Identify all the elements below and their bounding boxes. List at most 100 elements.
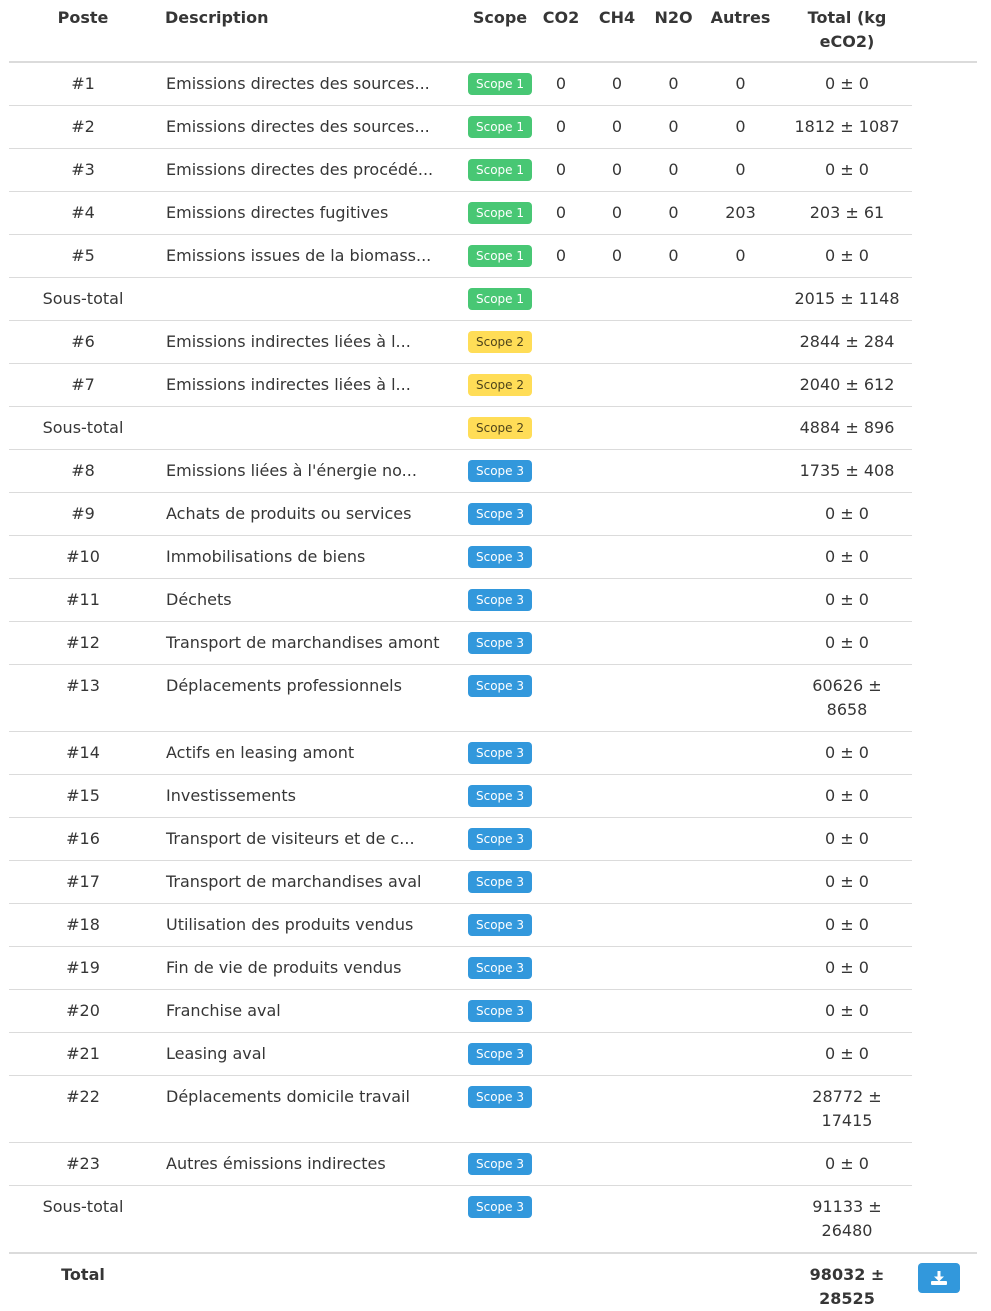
ch4-cell xyxy=(586,774,648,818)
total-cell: 0 ± 0 xyxy=(782,234,912,278)
autres-cell: 0 xyxy=(699,105,782,149)
scope-cell: Scope 2 xyxy=(464,363,536,407)
ch4-cell xyxy=(586,406,648,450)
description-cell: Utilisation des produits vendus xyxy=(157,903,464,947)
subtotal-row: Sous-total Scope 2 4884 ± 896 xyxy=(9,406,977,450)
description-cell: Transport de marchandises aval xyxy=(157,860,464,904)
total-cell: 2015 ± 1148 xyxy=(782,277,912,321)
poste-number: #11 xyxy=(9,578,157,622)
action-cell xyxy=(912,1186,977,1254)
scope-badge: Scope 3 xyxy=(467,1153,532,1175)
scope-badge: Scope 3 xyxy=(467,589,532,611)
description-cell: Immobilisations de biens xyxy=(157,535,464,579)
poste-number: #13 xyxy=(9,664,157,732)
scope-cell: Scope 3 xyxy=(464,1075,536,1143)
co2-cell xyxy=(536,1032,586,1076)
co2-cell xyxy=(536,1142,586,1186)
action-cell xyxy=(912,1033,977,1076)
scope-cell: Scope 3 xyxy=(464,1185,536,1254)
autres-cell: 0 xyxy=(699,234,782,278)
action-cell xyxy=(912,278,977,321)
scope-cell: Scope 1 xyxy=(464,191,536,235)
action-cell xyxy=(912,622,977,665)
scope-cell: Scope 3 xyxy=(464,1142,536,1186)
scope-cell: Scope 3 xyxy=(464,492,536,536)
scope-cell: Scope 3 xyxy=(464,946,536,990)
total-cell: 0 ± 0 xyxy=(782,578,912,622)
scope-badge: Scope 1 xyxy=(467,73,532,95)
n2o-cell xyxy=(648,1075,699,1143)
co2-cell xyxy=(536,903,586,947)
n2o-cell xyxy=(648,363,699,407)
scope-badge: Scope 3 xyxy=(467,546,532,568)
total-ch4-cell xyxy=(586,1252,648,1311)
co2-cell xyxy=(536,989,586,1033)
action-cell xyxy=(912,536,977,579)
description-cell: Transport de marchandises amont xyxy=(157,621,464,665)
scope-badge: Scope 3 xyxy=(467,957,532,979)
scope-badge: Scope 3 xyxy=(467,828,532,850)
scope-cell: Scope 3 xyxy=(464,449,536,493)
scope-cell: Scope 3 xyxy=(464,903,536,947)
autres-cell xyxy=(699,320,782,364)
ch4-cell: 0 xyxy=(586,234,648,278)
co2-cell: 0 xyxy=(536,62,586,106)
poste-number: #5 xyxy=(9,234,157,278)
n2o-cell xyxy=(648,621,699,665)
ch4-cell xyxy=(586,860,648,904)
total-cell: 91133 ± 26480 xyxy=(782,1185,912,1254)
co2-cell xyxy=(536,277,586,321)
total-cell: 1735 ± 408 xyxy=(782,449,912,493)
scope-cell: Scope 3 xyxy=(464,578,536,622)
scope-cell: Scope 1 xyxy=(464,277,536,321)
total-cell: 0 ± 0 xyxy=(782,148,912,192)
description-cell: Emissions indirectes liées à l... xyxy=(157,363,464,407)
download-button[interactable] xyxy=(918,1263,960,1293)
ch4-cell xyxy=(586,731,648,775)
co2-cell xyxy=(536,774,586,818)
scope-cell: Scope 1 xyxy=(464,148,536,192)
poste-number: #12 xyxy=(9,621,157,665)
poste-number: #10 xyxy=(9,535,157,579)
co2-cell xyxy=(536,578,586,622)
table-row: #10 Immobilisations de biens Scope 3 0 ± 0 xyxy=(9,535,977,579)
total-row: Total 98032 ± 28525 xyxy=(9,1252,977,1311)
autres-cell xyxy=(699,406,782,450)
description-cell: Emissions indirectes liées à l... xyxy=(157,320,464,364)
action-cell xyxy=(912,62,977,106)
co2-cell xyxy=(536,535,586,579)
autres-cell xyxy=(699,363,782,407)
poste-number: #15 xyxy=(9,774,157,818)
poste-number: #4 xyxy=(9,191,157,235)
total-cell: 0 ± 0 xyxy=(782,860,912,904)
table-body: #1 Emissions directes des sources... Scope… xyxy=(9,62,977,1254)
poste-number: #2 xyxy=(9,105,157,149)
scope-badge: Scope 2 xyxy=(467,417,532,439)
scope-badge: Scope 3 xyxy=(467,914,532,936)
action-cell xyxy=(912,775,977,818)
ch4-cell xyxy=(586,363,648,407)
co2-cell xyxy=(536,1075,586,1143)
scope-cell: Scope 3 xyxy=(464,989,536,1033)
scope-cell: Scope 3 xyxy=(464,731,536,775)
ch4-cell xyxy=(586,492,648,536)
action-cell xyxy=(912,450,977,493)
total-cell: 0 ± 0 xyxy=(782,989,912,1033)
table-row: #6 Emissions indirectes liées à l... Scope… xyxy=(9,320,977,364)
description-cell: Déchets xyxy=(157,578,464,622)
table-row: #18 Utilisation des produits vendus Scope … xyxy=(9,903,977,947)
table-row: #4 Emissions directes fugitives Scope 1000… xyxy=(9,191,977,235)
header-n2o: N2O xyxy=(648,0,699,63)
scope-badge: Scope 3 xyxy=(467,1086,532,1108)
n2o-cell: 0 xyxy=(648,105,699,149)
poste-number: #1 xyxy=(9,62,157,106)
scope-badge: Scope 3 xyxy=(467,871,532,893)
poste-number: #9 xyxy=(9,492,157,536)
co2-cell: 0 xyxy=(536,234,586,278)
scope-cell: Scope 3 xyxy=(464,817,536,861)
autres-cell xyxy=(699,731,782,775)
subtotal-label: Sous-total xyxy=(9,277,157,321)
description-cell: Emissions liées à l'énergie no... xyxy=(157,449,464,493)
autres-cell xyxy=(699,946,782,990)
n2o-cell xyxy=(648,277,699,321)
